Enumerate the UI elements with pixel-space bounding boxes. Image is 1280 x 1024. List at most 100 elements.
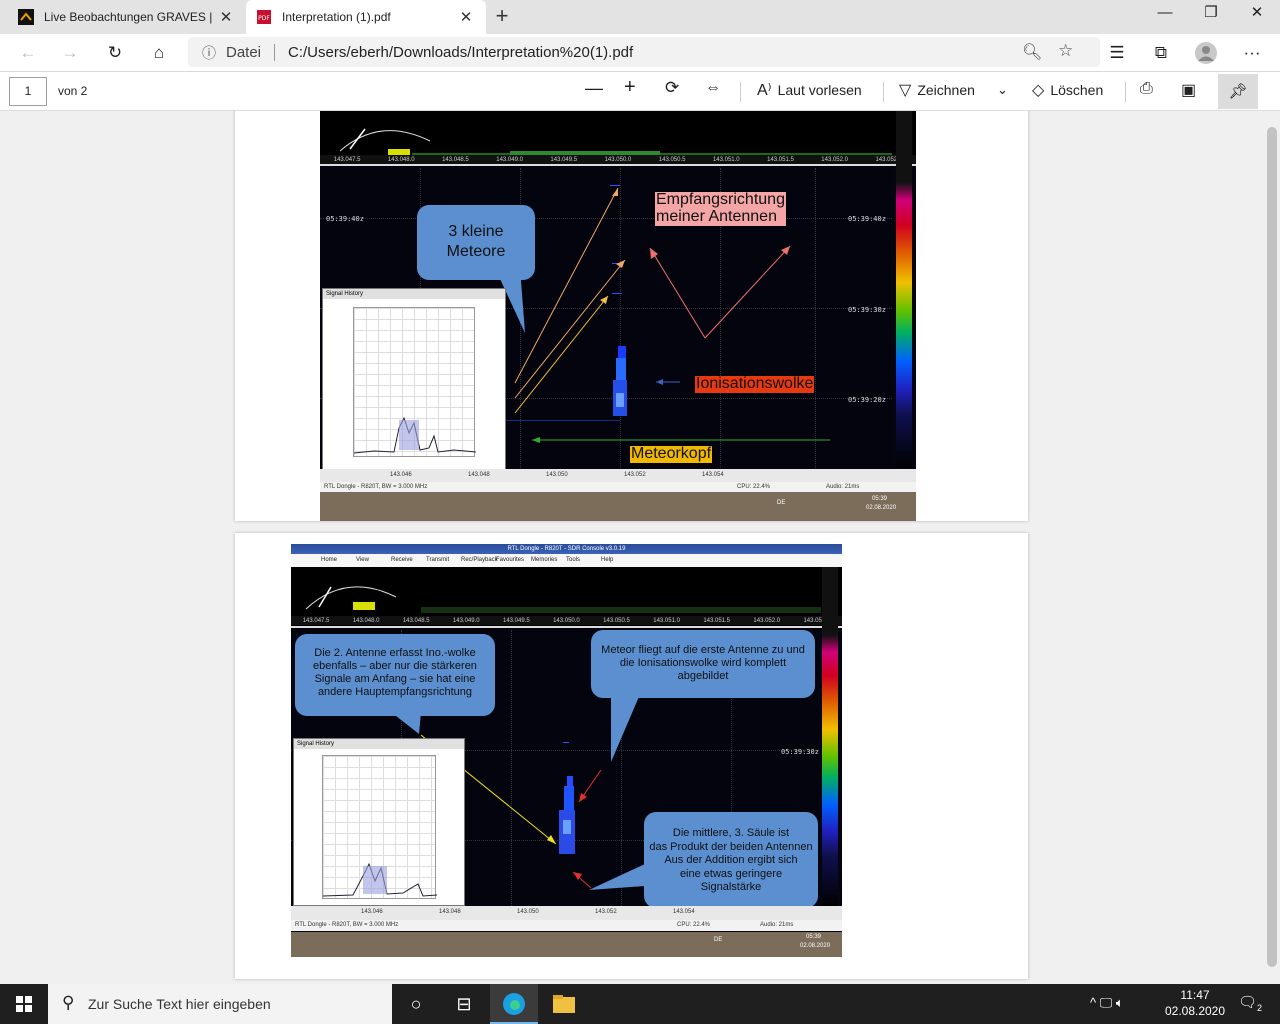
frequency-bar: 143.046 143.048 143.050 143.052 143.054 xyxy=(320,469,916,482)
frequency-tick-label: 143.051.5 xyxy=(703,617,731,624)
forward-arrow-icon[interactable]: → xyxy=(56,40,84,66)
rotate-icon[interactable]: ⟳ xyxy=(665,78,679,98)
status-audio: Audio: 21ms xyxy=(826,484,860,490)
sdr-menu-item: Memories xyxy=(531,557,558,563)
fit-page-icon[interactable]: ⇔ xyxy=(705,79,721,97)
label-line: meiner Antennen xyxy=(656,207,777,225)
draw-button[interactable]: ▽ Zeichnen xyxy=(899,80,975,100)
taskbar-clock[interactable]: 11:47 02.08.2020 xyxy=(1160,987,1230,1019)
erase-button[interactable]: ◇ Löschen xyxy=(1032,80,1103,100)
waterfall-display: 05:39:30z Die 2. Antenne erfasst Ino.-wo… xyxy=(291,630,819,908)
label-reception-direction: Empfangsrichtung meiner Antennen xyxy=(655,191,786,226)
sdr-menu-item: Rec/Playback xyxy=(461,557,498,563)
screenshot-lang: DE xyxy=(777,500,786,506)
frequency-tick-label: 143.050.5 xyxy=(658,156,686,163)
draw-label: Zeichnen xyxy=(917,82,975,98)
frequency-tick-label: 143.048.0 xyxy=(387,156,415,163)
url-text[interactable]: C:/Users/eberh/Downloads/Interpretation%… xyxy=(288,44,633,61)
profile-avatar-icon[interactable] xyxy=(1192,40,1220,66)
pdf-toolbar: 1 von 2 — + ⟳ ⇔ A⁾ Laut vorlesen ▽ Zeichne… xyxy=(0,72,1280,111)
pdf-file-icon: PDF xyxy=(257,10,271,24)
restore-icon[interactable]: ❐ xyxy=(1188,0,1234,30)
signal-history-title: Signal History xyxy=(294,739,464,749)
cortana-icon[interactable]: ○ xyxy=(392,984,440,1024)
pdf-page-1: 143.047.5 143.048.0 143.048.5 143.049.0 143.… xyxy=(235,111,1028,521)
clock-time: 11:47 xyxy=(1180,988,1210,1002)
print-icon[interactable]: ⎙ xyxy=(1140,80,1153,98)
zoom-icon[interactable]: 🔍︎ xyxy=(1022,42,1042,62)
color-scale-bar xyxy=(896,111,912,468)
callout-line: das Produkt der beiden Antennen xyxy=(649,840,813,853)
frequency-tick-label: 143.048.0 xyxy=(352,617,380,624)
status-cpu: CPU: 22.4% xyxy=(677,922,711,928)
zoom-in-icon[interactable]: + xyxy=(624,76,636,99)
frequency-scale: 143.047.5 143.048.0 143.048.5 143.049.0 143.… xyxy=(320,155,916,164)
close-tab-icon[interactable]: ✕ xyxy=(456,8,476,26)
home-icon[interactable]: ⌂ xyxy=(145,40,173,66)
bottom-frequency-label: 143.052 xyxy=(624,472,646,478)
status-device: RTL Dongle - R820T, BW = 3.000 MHz xyxy=(295,922,399,928)
s-meter-graphic xyxy=(305,586,821,613)
tab-title: Interpretation (1).pdf xyxy=(282,10,391,24)
svg-text:PDF: PDF xyxy=(258,15,270,22)
bottom-frequency-label: 143.048 xyxy=(468,472,490,478)
file-explorer-icon[interactable] xyxy=(540,984,588,1024)
frequency-tick-label: 143.049.0 xyxy=(496,156,523,163)
more-options-icon[interactable]: ··· xyxy=(1238,40,1266,66)
screenshot-clock: 05:39 xyxy=(872,496,888,502)
sdr-window-title: RTL Dongle - R820T - SDR Console v3.0.19 xyxy=(291,544,842,554)
frequency-tick-label: 143.050.0 xyxy=(604,156,632,163)
windows-start-icon[interactable] xyxy=(0,984,48,1024)
callout-line: Aus der Addition ergibt sich xyxy=(664,854,798,866)
refresh-icon[interactable]: ↻ xyxy=(101,40,129,66)
close-tab-icon[interactable]: ✕ xyxy=(216,8,236,26)
frequency-tick-label: 143.047.5 xyxy=(302,617,330,624)
task-view-icon[interactable]: ⊟ xyxy=(440,984,488,1024)
status-cpu: CPU: 22.4% xyxy=(737,484,771,490)
save-icon[interactable]: ▣ xyxy=(1181,80,1196,100)
bottom-frequency-label: 143.046 xyxy=(361,909,383,915)
back-arrow-icon[interactable]: ← xyxy=(14,40,42,66)
label-line: Empfangsrichtung xyxy=(656,191,785,208)
read-aloud-button[interactable]: A⁾ Laut vorlesen xyxy=(757,80,862,100)
bottom-frequency-label: 143.048 xyxy=(439,909,461,915)
favorite-star-icon[interactable]: ☆ xyxy=(1058,41,1073,61)
info-icon[interactable]: ⓘ xyxy=(202,43,216,63)
taskbar-search-box[interactable]: ⚲ Zur Suche Text hier eingeben xyxy=(48,984,392,1024)
scrollbar-thumb[interactable] xyxy=(1267,127,1277,967)
close-window-icon[interactable]: ✕ xyxy=(1234,0,1280,30)
frequency-tick-label: 143.051.5 xyxy=(767,156,794,163)
zoom-out-icon[interactable]: — xyxy=(585,78,603,99)
page-number-input[interactable]: 1 xyxy=(9,77,47,106)
edge-browser-icon[interactable] xyxy=(490,984,538,1024)
address-bar: ← → ↻ ⌂ ⓘ Datei C:/Users/eberh/Downloads… xyxy=(0,34,1280,72)
frequency-tick-label: 143.052.0 xyxy=(753,617,781,624)
system-tray-icons[interactable]: ^ 🖵︎ 🔈︎ xyxy=(1090,995,1124,1011)
sdr-menu-item: Transmit xyxy=(426,557,450,563)
notifications-icon[interactable]: 🗨︎2 xyxy=(1238,993,1262,1013)
screenshot-taskbar: DE 05:39 02.08.2020 xyxy=(320,492,916,521)
signal-history-title: Signal History xyxy=(323,289,505,299)
signal-history-plot xyxy=(322,755,438,899)
minimize-icon[interactable]: — xyxy=(1142,0,1188,30)
pen-icon: ▽ xyxy=(899,82,912,99)
tab-graves[interactable]: Live Beobachtungen GRAVES | Se ✕ xyxy=(8,0,246,34)
status-row: RTL Dongle - R820T, BW = 3.000 MHz CPU: … xyxy=(291,920,842,931)
draw-options-chevron-icon[interactable]: ⌄ xyxy=(997,82,1008,98)
url-field[interactable]: ⓘ Datei C:/Users/eberh/Downloads/Interpr… xyxy=(188,37,1100,67)
status-row: RTL Dongle - R820T, BW = 3.000 MHz CPU: … xyxy=(320,482,916,492)
new-tab-icon[interactable]: + xyxy=(490,5,514,29)
erase-label: Löschen xyxy=(1050,82,1104,98)
callout-pointer xyxy=(611,692,641,762)
favorites-list-icon[interactable]: ☰ xyxy=(1103,40,1131,66)
frequency-tick-label: 143.049.5 xyxy=(550,156,578,163)
read-aloud-label: Laut vorlesen xyxy=(777,82,862,98)
pdf-viewer[interactable]: 143.047.5 143.048.0 143.048.5 143.049.0 143.… xyxy=(0,111,1280,984)
sdr-menu-item: Tools xyxy=(566,557,581,563)
pin-toolbar-icon[interactable]: 📌︎ xyxy=(1218,74,1258,109)
color-scale-bar xyxy=(822,567,838,906)
windows-taskbar: ⚲ Zur Suche Text hier eingeben ○ ⊟ ^ 🖵︎ … xyxy=(0,984,1280,1024)
collections-icon[interactable]: ⧉ xyxy=(1147,40,1175,66)
tab-pdf[interactable]: PDF Interpretation (1).pdf ✕ xyxy=(246,0,486,34)
frequency-tick-label: 143.051.0 xyxy=(712,156,740,163)
